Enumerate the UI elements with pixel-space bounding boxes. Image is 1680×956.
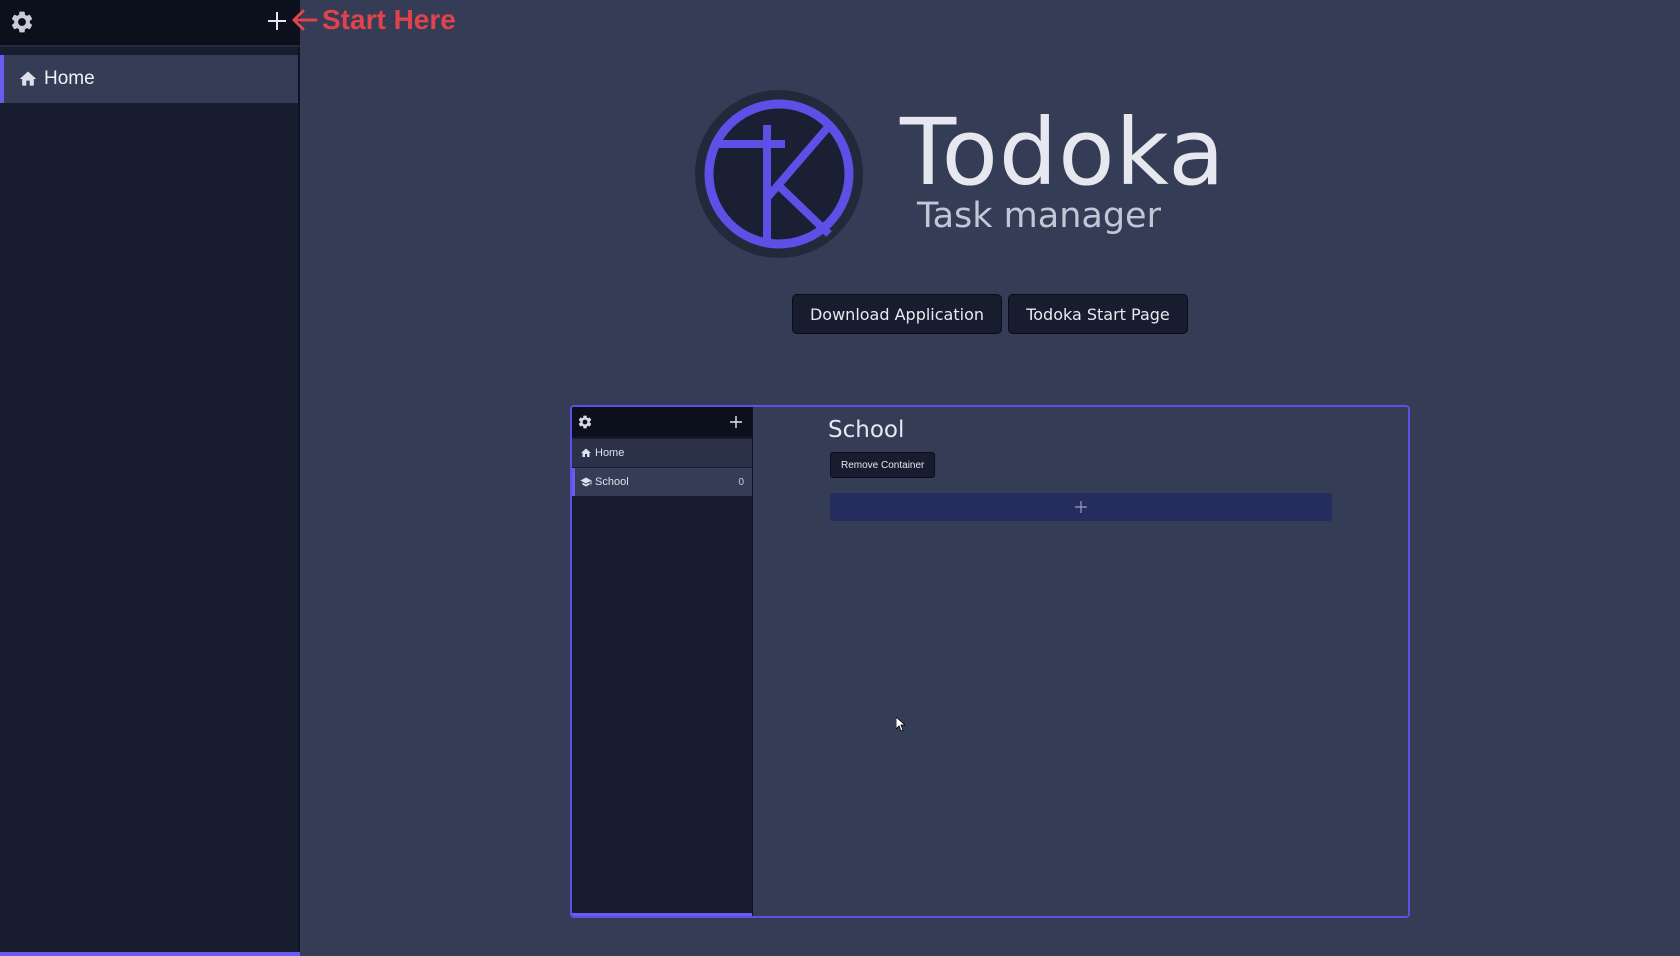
sidebar-accent-bar — [0, 952, 300, 956]
mouse-cursor-icon — [896, 717, 905, 731]
add-task-button[interactable] — [830, 493, 1332, 521]
start-here-annotation: Start Here — [290, 4, 456, 36]
plus-icon[interactable] — [729, 415, 743, 429]
add-container-button[interactable] — [266, 10, 288, 32]
home-icon — [19, 71, 37, 86]
preview-sidebar-item-label: Home — [595, 447, 625, 459]
download-application-button[interactable]: Download Application — [792, 294, 1002, 334]
sidebar-item-home[interactable]: Home — [0, 55, 298, 103]
app-title: Todoka — [900, 99, 1226, 206]
remove-container-button[interactable]: Remove Container — [830, 452, 936, 478]
gear-icon[interactable] — [9, 9, 35, 35]
app-subtitle: Task manager — [917, 196, 1161, 236]
home-icon — [581, 448, 591, 457]
container-title: School — [828, 417, 905, 443]
preview-sidebar-item-home[interactable]: Home — [572, 439, 752, 467]
annotation-text: Start Here — [322, 4, 456, 35]
preview-sidebar-item-school[interactable]: School 0 — [572, 468, 752, 496]
preview-toolbar — [572, 407, 752, 437]
preview-sidebar-item-label: School — [595, 476, 629, 488]
preview-accent-bar — [572, 913, 752, 916]
item-count-badge: 0 — [738, 476, 744, 488]
todoka-start-page-button[interactable]: Todoka Start Page — [1008, 294, 1188, 334]
plus-icon — [1075, 501, 1087, 513]
graduation-cap-icon — [580, 477, 592, 487]
preview-sidebar: Home School 0 — [572, 407, 753, 916]
sidebar-toolbar — [0, 0, 300, 47]
todoka-logo — [695, 90, 863, 258]
gear-icon[interactable] — [577, 414, 593, 430]
sidebar: Home — [0, 0, 300, 956]
app-preview: Home School 0 School Remove Container — [570, 405, 1410, 918]
sidebar-item-label: Home — [44, 68, 95, 89]
arrow-left-icon — [292, 9, 318, 31]
